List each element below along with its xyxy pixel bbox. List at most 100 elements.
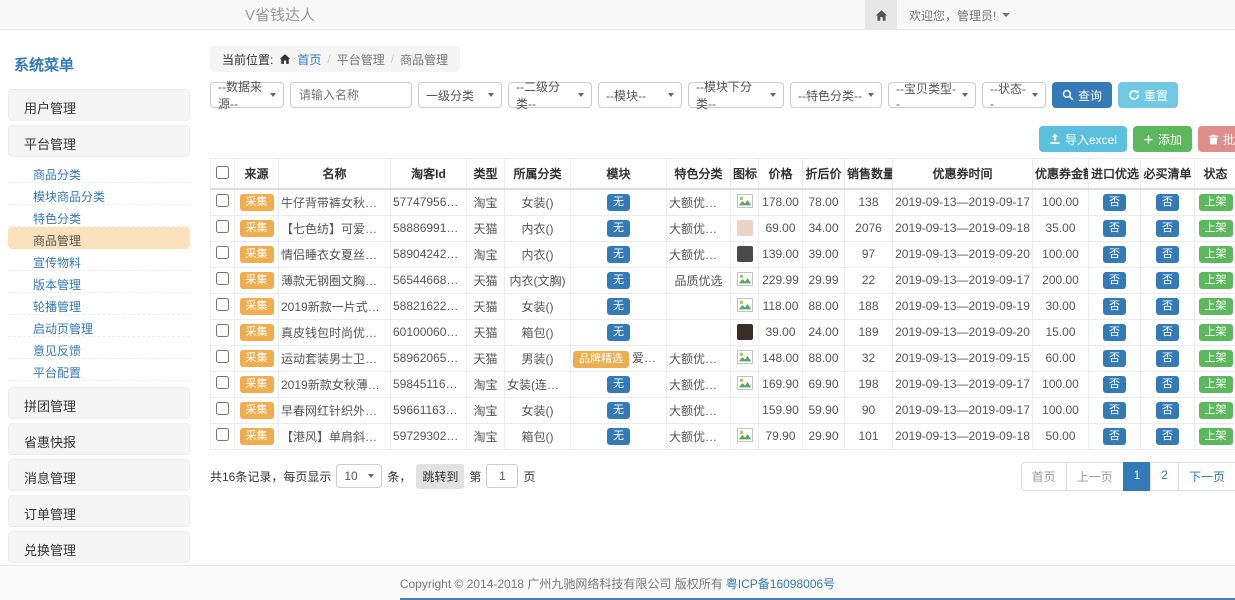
sidebar-section[interactable]: 消息管理 — [8, 459, 190, 491]
sidebar-section[interactable]: 平台管理 — [8, 125, 190, 157]
add-button[interactable]: 添加 — [1133, 126, 1192, 152]
breadcrumb-home-link[interactable]: 首页 — [297, 51, 321, 68]
cell-sales: 2076 — [845, 215, 893, 241]
sidebar-section[interactable]: 省惠快报 — [8, 423, 190, 455]
import-excel-button[interactable]: 导入excel — [1039, 126, 1127, 152]
status-badge[interactable]: 上架 — [1199, 246, 1233, 263]
filter-select-1[interactable]: 一级分类 — [418, 82, 502, 108]
user-menu[interactable]: 欢迎您，管理员! — [897, 0, 1022, 30]
status-badge[interactable]: 上架 — [1199, 376, 1233, 393]
sidebar-item[interactable]: 启动页管理 — [8, 315, 190, 337]
sidebar-item[interactable]: 意见反馈 — [8, 337, 190, 359]
sidebar-section[interactable]: 兑换管理 — [8, 531, 190, 563]
pager-prev[interactable]: 上一页 — [1066, 462, 1124, 491]
sidebar-section[interactable]: 订单管理 — [8, 495, 190, 527]
imported-toggle[interactable]: 否 — [1103, 402, 1126, 419]
row-checkbox[interactable] — [216, 428, 229, 441]
row-checkbox[interactable] — [216, 376, 229, 389]
breadcrumb-item-platform[interactable]: 平台管理 — [337, 51, 385, 68]
must-buy-toggle[interactable]: 否 — [1156, 272, 1179, 289]
row-checkbox[interactable] — [216, 402, 229, 415]
sidebar-item-active[interactable]: 商品管理 — [8, 227, 190, 249]
per-page-select[interactable]: 10 — [336, 464, 382, 488]
cell-price: 169.90 — [759, 371, 803, 397]
sidebar-item[interactable]: 特色分类 — [8, 205, 190, 227]
imported-toggle[interactable]: 否 — [1103, 298, 1126, 315]
pager-page[interactable]: 2 — [1150, 462, 1179, 491]
select-value: --宝贝类型-- — [896, 80, 958, 111]
cell-taoke-id: 577479560965 — [391, 189, 467, 215]
imported-toggle[interactable]: 否 — [1103, 272, 1126, 289]
imported-toggle[interactable]: 否 — [1103, 220, 1126, 237]
pager-next[interactable]: 下一页 — [1178, 462, 1235, 491]
filter-select-6[interactable]: --宝贝类型-- — [888, 82, 976, 108]
status-badge[interactable]: 上架 — [1199, 324, 1233, 341]
cell-select — [211, 241, 235, 267]
sidebar-item[interactable]: 商品分类 — [8, 161, 190, 183]
home-button[interactable] — [865, 0, 897, 30]
row-checkbox[interactable] — [216, 350, 229, 363]
row-checkbox[interactable] — [216, 298, 229, 311]
cell-taoke-id: 588869917501 — [391, 215, 467, 241]
filter-select-2[interactable]: --二级分类-- — [508, 82, 592, 108]
page-jump-input[interactable] — [486, 464, 518, 488]
imported-toggle[interactable]: 否 — [1103, 194, 1126, 211]
icp-link[interactable]: 粤ICP备16098006号 — [726, 575, 835, 592]
row-checkbox[interactable] — [216, 324, 229, 337]
filter-select-4[interactable]: --模块下分类-- — [688, 82, 784, 108]
must-buy-toggle[interactable]: 否 — [1156, 428, 1179, 445]
imported-toggle[interactable]: 否 — [1103, 324, 1126, 341]
status-badge[interactable]: 上架 — [1199, 428, 1233, 445]
per-page-value: 10 — [344, 469, 357, 483]
must-buy-toggle[interactable]: 否 — [1156, 194, 1179, 211]
filter-select-5[interactable]: --特色分类-- — [790, 82, 882, 108]
breadcrumb-item-goods[interactable]: 商品管理 — [400, 51, 448, 68]
cell-price: 69.00 — [759, 215, 803, 241]
row-checkbox[interactable] — [216, 220, 229, 233]
sidebar-item[interactable]: 平台配置 — [8, 359, 190, 381]
sidebar-section[interactable]: 用户管理 — [8, 89, 190, 121]
status-badge[interactable]: 上架 — [1199, 272, 1233, 289]
name-search-input[interactable] — [290, 82, 412, 108]
pager-first[interactable]: 首页 — [1021, 462, 1067, 491]
must-buy-toggle[interactable]: 否 — [1156, 246, 1179, 263]
batch-delete-button[interactable]: 批量删除 — [1198, 126, 1235, 152]
filter-select-7[interactable]: --状态-- — [982, 82, 1046, 108]
filter-select-3[interactable]: --模块-- — [598, 82, 682, 108]
must-buy-toggle[interactable]: 否 — [1156, 324, 1179, 341]
status-badge[interactable]: 上架 — [1199, 220, 1233, 237]
must-buy-toggle[interactable]: 否 — [1156, 298, 1179, 315]
status-badge[interactable]: 上架 — [1199, 402, 1233, 419]
sidebar-item[interactable]: 版本管理 — [8, 271, 190, 293]
jump-button[interactable]: 跳转到 — [416, 464, 464, 489]
sidebar-section[interactable]: 拼团管理 — [8, 387, 190, 419]
filter-select-source[interactable]: --数据来源-- — [210, 82, 284, 108]
trash-icon — [1208, 134, 1219, 145]
status-badge[interactable]: 上架 — [1199, 194, 1233, 211]
imported-toggle[interactable]: 否 — [1103, 246, 1126, 263]
cell-module: 无 — [571, 423, 667, 449]
plus-icon — [1143, 134, 1154, 145]
cell-category: 女装(连衣裙) — [505, 371, 571, 397]
search-button[interactable]: 查询 — [1052, 82, 1112, 108]
must-buy-toggle[interactable]: 否 — [1156, 350, 1179, 367]
status-badge[interactable]: 上架 — [1199, 350, 1233, 367]
must-buy-toggle[interactable]: 否 — [1156, 220, 1179, 237]
must-buy-toggle[interactable]: 否 — [1156, 402, 1179, 419]
sidebar-item[interactable]: 宣传物料 — [8, 249, 190, 271]
row-checkbox[interactable] — [216, 272, 229, 285]
imported-toggle[interactable]: 否 — [1103, 376, 1126, 393]
sidebar-item[interactable]: 模块商品分类 — [8, 183, 190, 205]
imported-toggle[interactable]: 否 — [1103, 350, 1126, 367]
pager-page[interactable]: 1 — [1123, 462, 1152, 491]
source-badge: 采集 — [240, 324, 274, 341]
imported-toggle[interactable]: 否 — [1103, 428, 1126, 445]
reset-button[interactable]: 重置 — [1118, 82, 1178, 108]
cell-status: 上架 — [1195, 189, 1235, 215]
sidebar-item[interactable]: 轮播管理 — [8, 293, 190, 315]
select-all-checkbox[interactable] — [216, 166, 229, 179]
status-badge[interactable]: 上架 — [1199, 298, 1233, 315]
row-checkbox[interactable] — [216, 246, 229, 259]
row-checkbox[interactable] — [216, 194, 229, 207]
must-buy-toggle[interactable]: 否 — [1156, 376, 1179, 393]
